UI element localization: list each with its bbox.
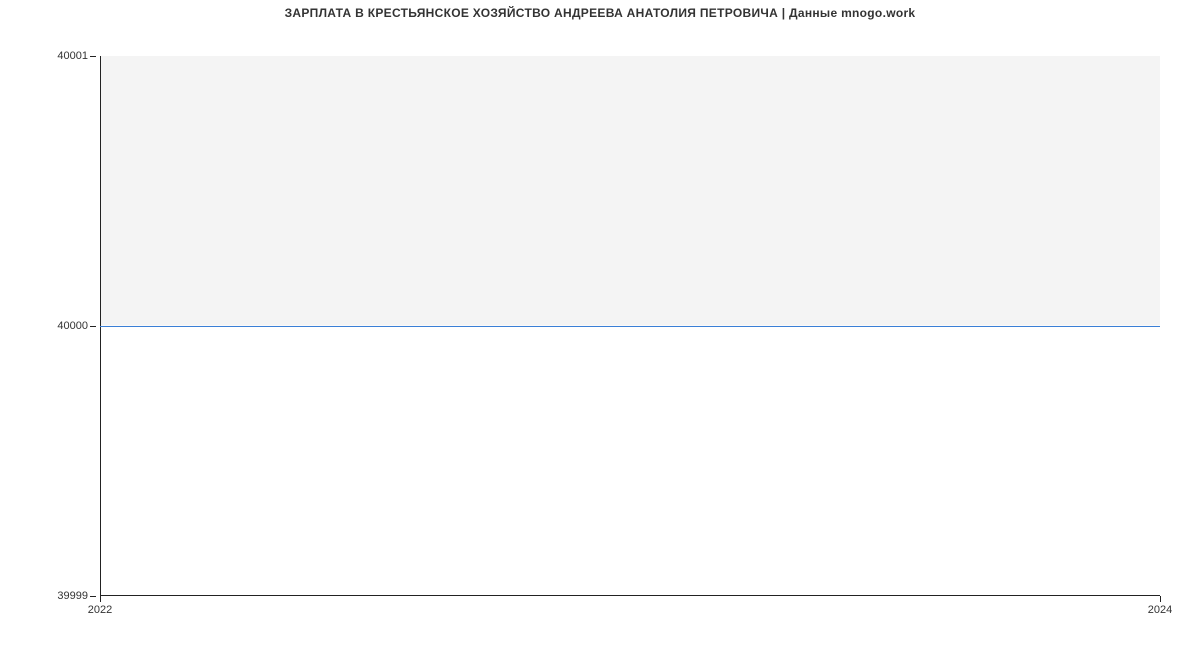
- x-tick: [100, 596, 101, 602]
- chart-title: ЗАРПЛАТА В КРЕСТЬЯНСКОЕ ХОЗЯЙСТВО АНДРЕЕ…: [0, 6, 1200, 20]
- x-tick: [1160, 596, 1161, 602]
- y-tick-label: 39999: [0, 590, 88, 602]
- y-tick: [90, 326, 96, 327]
- y-tick-label: 40001: [0, 50, 88, 62]
- y-tick: [90, 596, 96, 597]
- x-tick-label: 2024: [1148, 604, 1172, 616]
- x-tick-label: 2022: [88, 604, 112, 616]
- y-tick: [90, 56, 96, 57]
- series-line: [100, 326, 1160, 327]
- salary-chart: ЗАРПЛАТА В КРЕСТЬЯНСКОЕ ХОЗЯЙСТВО АНДРЕЕ…: [0, 0, 1200, 650]
- y-tick-label: 40000: [0, 320, 88, 332]
